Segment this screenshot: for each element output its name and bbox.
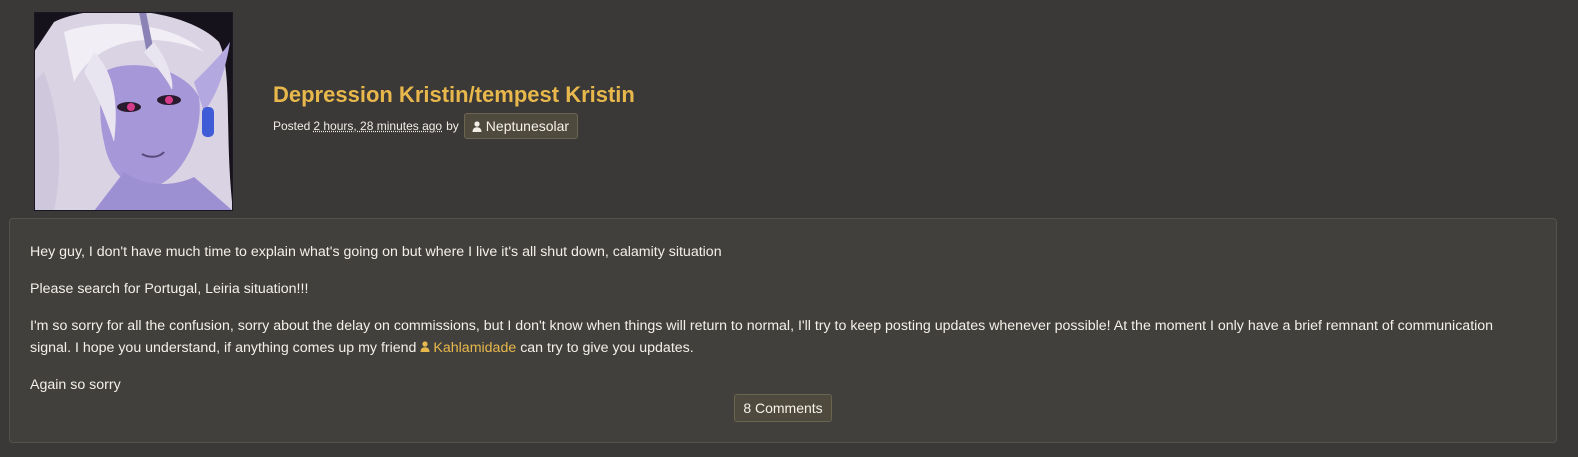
post-time: 2 hours, 28 minutes ago [313,119,443,133]
avatar-portrait-image [34,12,233,211]
author-avatar[interactable] [34,12,233,211]
body-paragraph: Again so sorry [30,377,121,393]
post-header: Depression Kristin/tempest Kristin Poste… [273,80,635,139]
journal-page: Depression Kristin/tempest Kristin Poste… [0,0,1578,457]
user-icon [472,120,482,132]
friend-name: Kahlamidade [433,340,517,356]
comments-button[interactable]: 8 Comments [734,394,832,422]
comments-row: 8 Comments [10,394,1556,422]
post-title[interactable]: Depression Kristin/tempest Kristin [273,80,635,110]
friend-user-link[interactable]: Kahlamidade [420,340,516,356]
body-paragraph: I'm so sorry for all the confusion, sorr… [30,315,1536,359]
by-label: by [446,119,459,133]
post-meta: Posted 2 hours, 28 minutes ago by Neptun… [273,113,635,139]
body-text: I'm so sorry for all the confusion, sorr… [30,318,1494,356]
author-name: Neptunesolar [485,118,570,134]
posted-label: Posted [273,119,311,133]
post-body: Hey guy, I don't have much time to expla… [9,218,1557,443]
user-icon [420,341,430,352]
body-paragraph: Please search for Portugal, Leiria situa… [30,281,309,297]
body-text: can try to give you updates. [520,340,694,356]
body-paragraph: Hey guy, I don't have much time to expla… [30,244,722,260]
author-link[interactable]: Neptunesolar [463,113,579,139]
